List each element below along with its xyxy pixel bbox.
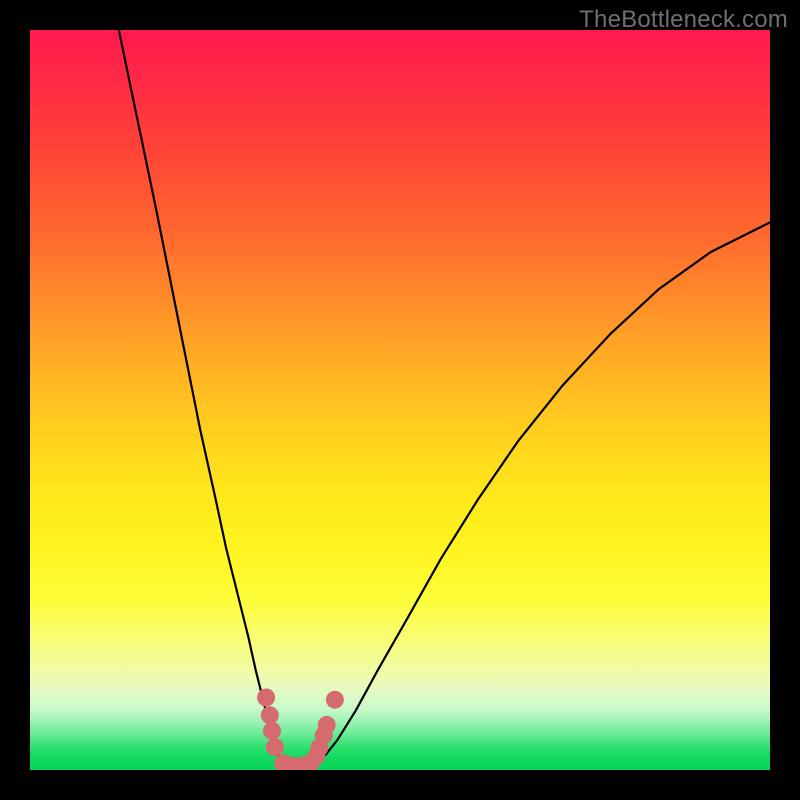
- right-curve-path: [311, 222, 770, 767]
- trough-marker-dot: [263, 722, 281, 740]
- trough-marker-dot: [326, 691, 344, 709]
- trough-marker-dot: [266, 738, 284, 756]
- plot-area: [30, 30, 770, 770]
- trough-marker-dot: [261, 706, 279, 724]
- trough-marker-dot: [257, 689, 275, 707]
- watermark-text: TheBottleneck.com: [579, 6, 788, 34]
- outer-frame: TheBottleneck.com: [0, 0, 800, 800]
- curve-layer: [119, 30, 770, 768]
- left-curve-path: [119, 30, 285, 768]
- trough-marker-layer: [257, 689, 344, 771]
- chart-svg: [30, 30, 770, 770]
- trough-marker-dot: [318, 716, 336, 734]
